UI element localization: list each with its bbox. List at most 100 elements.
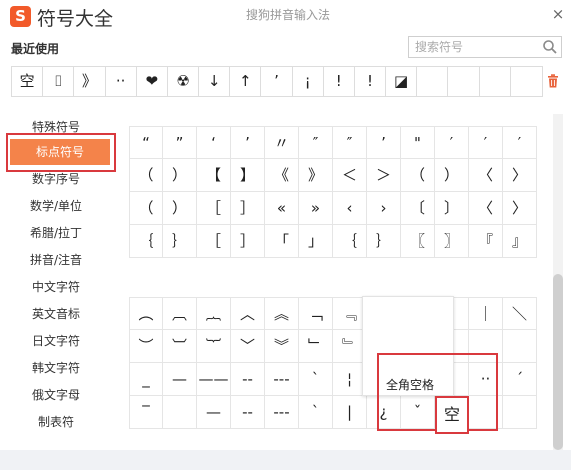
recent-symbol-cell[interactable]: ☢ [168, 67, 200, 96]
symbol-cell[interactable]: ︽ [265, 297, 299, 330]
symbol-cell[interactable]: -- [231, 396, 265, 429]
recent-symbol-cell[interactable] [480, 67, 511, 96]
recent-symbol-cell[interactable]: ◪ [386, 67, 418, 96]
symbol-cell[interactable] [163, 396, 197, 429]
recent-symbol-cell[interactable]: ! [324, 67, 355, 96]
symbol-cell[interactable]: ） [163, 159, 197, 192]
symbol-cell[interactable]: （ [401, 159, 435, 192]
search-box[interactable] [408, 36, 562, 58]
symbol-cell[interactable]: 》 [299, 159, 333, 192]
symbol-cell[interactable]: —— [197, 363, 231, 396]
sidebar-item[interactable]: 希腊/拉丁 [0, 220, 112, 246]
symbol-cell[interactable]: 【 [197, 159, 231, 192]
symbol-cell[interactable]: — [163, 363, 197, 396]
symbol-cell[interactable]: ‘ [197, 126, 231, 159]
symbol-cell[interactable]: ︷ [197, 297, 231, 330]
recent-symbol-cell[interactable]: ¡ [293, 67, 324, 96]
search-input[interactable] [409, 37, 539, 57]
recent-symbol-cell[interactable]: ⌷ [43, 67, 75, 96]
symbol-cell[interactable]: ﹁ [299, 297, 333, 330]
symbol-cell[interactable]: ︵ [129, 297, 163, 330]
symbol-cell[interactable]: ‹ [333, 192, 367, 225]
symbol-cell[interactable]: › [367, 192, 401, 225]
symbol-cell[interactable]: ” [163, 126, 197, 159]
symbol-cell[interactable]: ｛ [129, 225, 163, 258]
symbol-cell[interactable]: ˋ [299, 363, 333, 396]
symbol-cell[interactable]: ］ [231, 225, 265, 258]
symbol-cell[interactable]: ′ [503, 126, 537, 159]
symbol-cell[interactable]: ︿ [231, 297, 265, 330]
scrollbar-thumb[interactable] [553, 274, 563, 450]
symbol-cell[interactable]: 《 [265, 159, 299, 192]
recent-symbol-cell[interactable]: ↑ [230, 67, 262, 96]
symbol-cell[interactable]: ′ [435, 126, 469, 159]
full-width-space-cell[interactable]: 空 [435, 396, 469, 434]
trash-icon[interactable] [547, 74, 559, 88]
symbol-cell[interactable]: ‾ [129, 396, 163, 429]
symbol-cell[interactable]: 】 [231, 159, 265, 192]
symbol-cell[interactable]: ″ [299, 126, 333, 159]
symbol-cell[interactable]: ︾ [265, 330, 299, 363]
symbol-cell[interactable]: --- [265, 363, 299, 396]
symbol-cell[interactable]: " [401, 126, 435, 159]
symbol-cell[interactable]: 〈 [469, 159, 503, 192]
recent-symbol-cell[interactable] [417, 67, 449, 96]
symbol-cell[interactable]: ［ [197, 192, 231, 225]
symbol-cell[interactable]: ″ [333, 126, 367, 159]
sidebar-item[interactable]: 标点符号 [10, 139, 110, 165]
symbol-cell[interactable]: » [299, 192, 333, 225]
symbol-cell[interactable]: | [333, 396, 367, 429]
symbol-cell[interactable]: ］ [231, 192, 265, 225]
symbol-cell[interactable]: ） [163, 192, 197, 225]
symbol-cell[interactable]: 「 [265, 225, 299, 258]
symbol-cell[interactable]: ｛ [333, 225, 367, 258]
symbol-cell[interactable]: ′ [469, 126, 503, 159]
symbol-cell[interactable]: 〔 [401, 192, 435, 225]
sidebar-item[interactable]: 韩文字符 [0, 355, 112, 381]
symbol-cell[interactable]: ˋ [299, 396, 333, 429]
recent-symbol-cell[interactable]: ❤ [137, 67, 168, 96]
symbol-cell[interactable]: 〈 [469, 192, 503, 225]
symbol-cell[interactable]: ［ [197, 225, 231, 258]
sidebar-item[interactable]: 英文音标 [0, 301, 112, 327]
scrollbar[interactable] [553, 114, 563, 450]
recent-symbol-cell[interactable]: ’ [261, 67, 293, 96]
symbol-cell[interactable]: ｜ [469, 297, 503, 330]
sidebar-item[interactable]: 数学/单位 [0, 193, 112, 219]
sidebar-item[interactable]: 数字序号 [0, 166, 112, 192]
symbol-cell[interactable]: ︸ [197, 330, 231, 363]
recent-symbol-cell[interactable] [511, 67, 542, 96]
symbol-cell[interactable]: ︺ [163, 330, 197, 363]
symbol-cell[interactable]: _ [129, 363, 163, 396]
symbol-cell[interactable]: ˊ [503, 363, 537, 396]
symbol-cell[interactable] [503, 396, 537, 429]
symbol-cell[interactable]: 』 [503, 225, 537, 258]
recent-symbol-cell[interactable] [448, 67, 480, 96]
symbol-cell[interactable]: ＞ [367, 159, 401, 192]
sidebar-item[interactable]: 中文字符 [0, 274, 112, 300]
symbol-cell[interactable]: « [265, 192, 299, 225]
symbol-cell[interactable]: （ [129, 192, 163, 225]
recent-symbol-cell[interactable]: 》 [74, 67, 106, 96]
symbol-cell[interactable]: ﹀ [231, 330, 265, 363]
recent-symbol-cell[interactable]: ↓ [199, 67, 231, 96]
symbol-cell[interactable]: ﹂ [299, 330, 333, 363]
symbol-cell[interactable]: 〉 [503, 192, 537, 225]
symbol-cell[interactable]: 〃 [265, 126, 299, 159]
sidebar-item[interactable]: 日文字符 [0, 328, 112, 354]
symbol-cell[interactable]: ’ [367, 126, 401, 159]
recent-symbol-cell[interactable]: ! [355, 67, 387, 96]
recent-symbol-cell[interactable]: ·· [106, 67, 137, 96]
symbol-cell[interactable] [503, 330, 537, 363]
symbol-cell[interactable]: 〗 [435, 225, 469, 258]
symbol-cell[interactable]: 」 [299, 225, 333, 258]
close-button[interactable]: × [550, 6, 566, 22]
search-icon[interactable] [542, 39, 558, 55]
symbol-cell[interactable]: （ [129, 159, 163, 192]
symbol-cell[interactable]: ＼ [503, 297, 537, 330]
symbol-cell[interactable]: 〕 [435, 192, 469, 225]
symbol-cell[interactable]: ︶ [129, 330, 163, 363]
symbol-cell[interactable]: 『 [469, 225, 503, 258]
symbol-cell[interactable]: ︹ [163, 297, 197, 330]
symbol-cell[interactable]: -- [231, 363, 265, 396]
